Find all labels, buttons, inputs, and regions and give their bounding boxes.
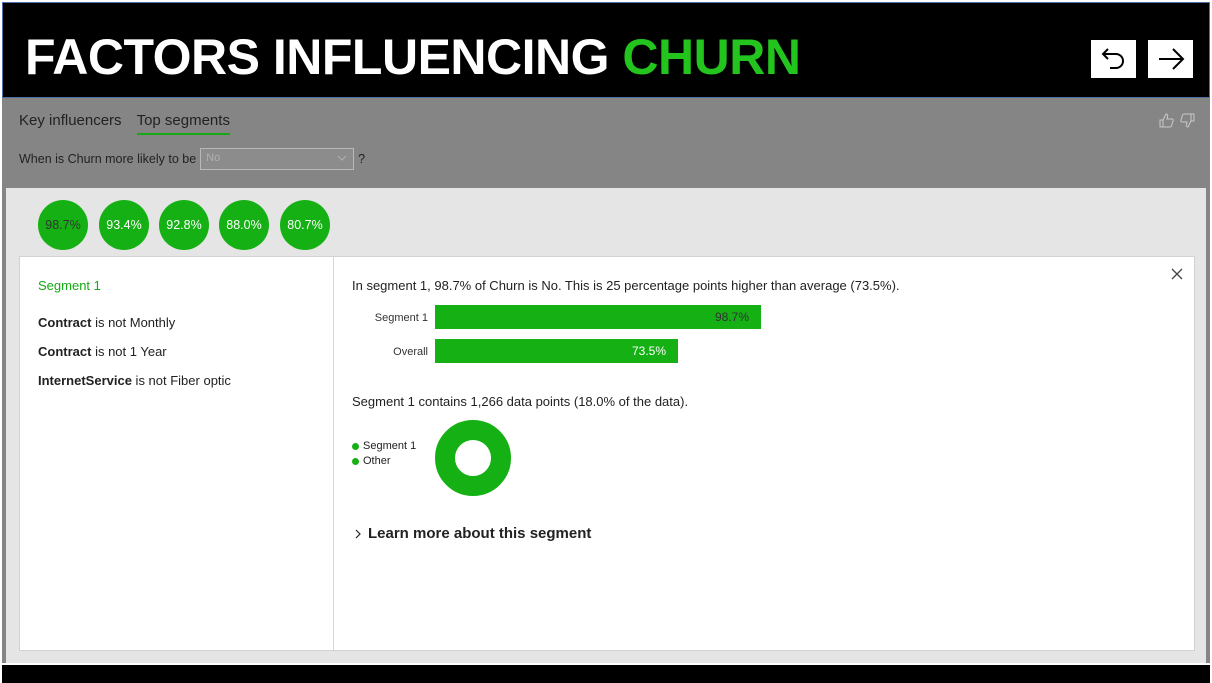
legend-dot (352, 457, 359, 465)
feedback-buttons (1158, 112, 1196, 129)
condition-field: Contract (38, 315, 92, 330)
segment-detail-card: Segment 1 Contract is not Monthly Contra… (19, 256, 1195, 651)
legend-segment: Segment 1 (352, 440, 416, 452)
condition-1: Contract is not Monthly (38, 315, 175, 330)
segment-bubble-1[interactable]: 98.7% (38, 200, 88, 250)
churn-value-dropdown[interactable]: No (200, 148, 355, 170)
question-row: When is Churn more likely to be No ? (19, 148, 365, 170)
learn-more-link[interactable]: Learn more about this segment (352, 525, 591, 542)
legend-label: Segment 1 (363, 440, 417, 452)
bar-value-overall: 73.5% (631, 344, 666, 358)
thumbs-up-icon[interactable] (1158, 112, 1175, 129)
bar-segment: 98.7% (435, 305, 761, 329)
title-accent: CHURN (622, 29, 801, 85)
condition-text: is not Monthly (91, 315, 176, 330)
legend-dot (352, 442, 359, 450)
chevron-right-icon (355, 529, 361, 538)
chevron-down-icon (337, 155, 347, 161)
condition-field: InternetService (38, 373, 132, 388)
key-influencers-visual: Key influencers Top segments When is Chu… (2, 98, 1210, 663)
condition-text: is not Fiber optic (131, 373, 231, 388)
segments-panel: 98.7% 93.4% 92.8% 88.0% 80.7% Segment 1 … (6, 188, 1206, 663)
page-title: FACTORS INFLUENCING CHURN (25, 29, 801, 85)
bar-value-segment: 98.7% (714, 310, 749, 324)
segment-bubble-2[interactable]: 93.4% (99, 200, 149, 250)
undo-arrow-icon (1101, 48, 1124, 69)
dropdown-value: No (206, 152, 221, 164)
segment-conditions: Segment 1 Contract is not Monthly Contra… (20, 257, 334, 650)
condition-3: InternetService is not Fiber optic (38, 373, 231, 388)
condition-2: Contract is not 1 Year (38, 344, 167, 359)
thumbs-down-icon[interactable] (1179, 112, 1196, 129)
segment-bubble-5[interactable]: 80.7% (280, 200, 330, 250)
segment-count: Segment 1 contains 1,266 data points (18… (352, 394, 689, 409)
title-main: FACTORS INFLUENCING (25, 29, 623, 85)
segment-name: Segment 1 (38, 278, 101, 293)
segment-bubble-4[interactable]: 88.0% (219, 200, 269, 250)
condition-field: Contract (38, 344, 92, 359)
question-prefix: When is Churn more likely to be (19, 152, 197, 166)
forward-button[interactable] (1148, 40, 1193, 78)
segment-share-donut (435, 420, 511, 496)
segment-bubble-3[interactable]: 92.8% (159, 200, 209, 250)
tab-key-influencers[interactable]: Key influencers (19, 112, 122, 135)
question-suffix: ? (358, 152, 366, 166)
segment-details: In segment 1, 98.7% of Churn is No. This… (352, 257, 1194, 650)
bar-label-segment: Segment 1 (374, 312, 428, 324)
right-arrow-icon (1158, 48, 1184, 70)
condition-text: is not 1 Year (91, 344, 167, 359)
bar-label-overall: Overall (393, 346, 428, 358)
report-header: FACTORS INFLUENCING CHURN (2, 2, 1210, 98)
legend-other: Other (352, 455, 391, 467)
bottom-bar (2, 665, 1210, 683)
bar-overall: 73.5% (435, 339, 678, 363)
segment-description: In segment 1, 98.7% of Churn is No. This… (352, 278, 900, 293)
legend-label: Other (363, 455, 391, 467)
back-button[interactable] (1091, 40, 1136, 78)
visual-tabs: Key influencers Top segments (19, 112, 230, 135)
tab-top-segments[interactable]: Top segments (136, 112, 230, 135)
learn-more-label: Learn more about this segment (368, 525, 592, 542)
